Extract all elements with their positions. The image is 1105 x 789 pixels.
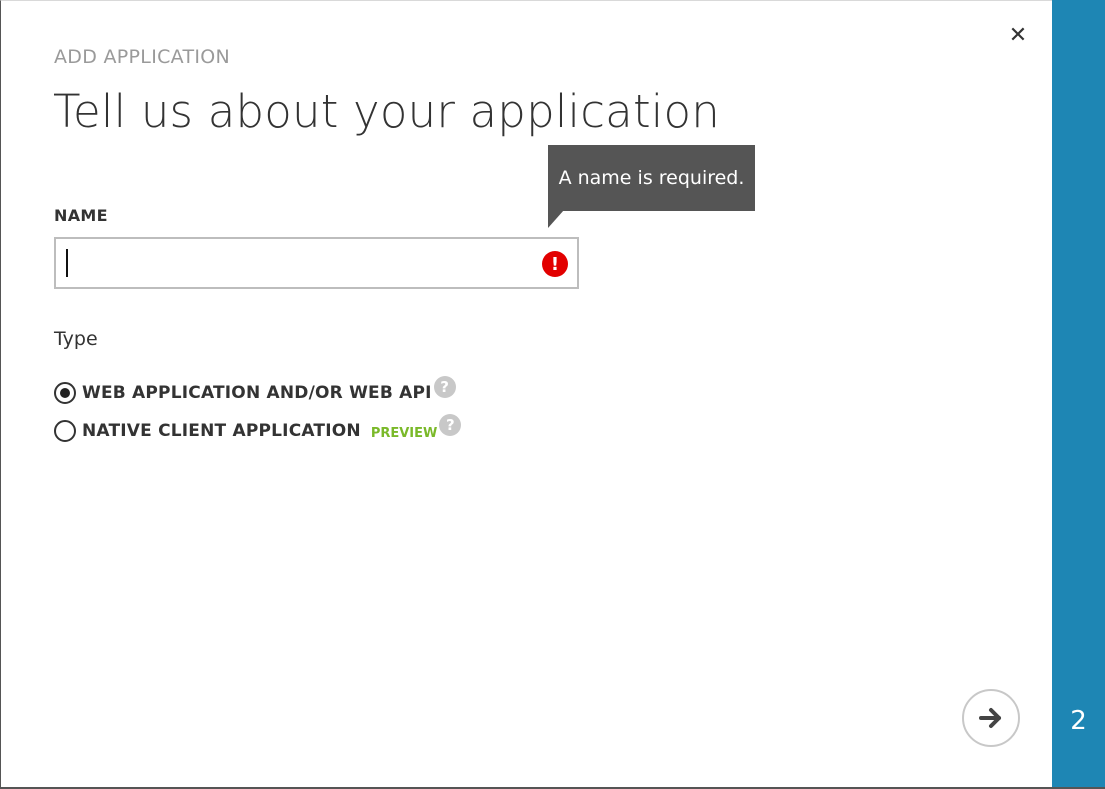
type-option-label: WEB APPLICATION AND/OR WEB API bbox=[82, 383, 432, 403]
text-caret bbox=[66, 249, 68, 277]
tooltip-tail bbox=[548, 210, 564, 228]
exclamation-icon: ! bbox=[542, 251, 568, 277]
close-icon[interactable]: ✕ bbox=[1003, 20, 1033, 50]
step-indicator-panel: 2 bbox=[1052, 0, 1105, 787]
name-field-container: ! bbox=[54, 237, 579, 289]
arrow-right-icon bbox=[979, 708, 1001, 728]
validation-message: A name is required. bbox=[558, 167, 745, 189]
add-application-dialog: ✕ ADD APPLICATION Tell us about your app… bbox=[0, 0, 1052, 789]
validation-tooltip: A name is required. bbox=[548, 145, 755, 211]
name-input[interactable] bbox=[56, 239, 526, 287]
page-title: Tell us about your application bbox=[53, 85, 720, 138]
type-option-label: NATIVE CLIENT APPLICATION bbox=[82, 421, 361, 441]
radio-native-client[interactable] bbox=[54, 420, 76, 442]
step-number: 2 bbox=[1070, 706, 1087, 736]
type-option-web-application[interactable]: WEB APPLICATION AND/OR WEB API ? bbox=[54, 376, 456, 408]
name-field-label: NAME bbox=[54, 206, 108, 225]
type-label: Type bbox=[54, 328, 98, 350]
next-button[interactable] bbox=[962, 689, 1020, 747]
radio-web-application[interactable] bbox=[54, 382, 76, 404]
help-icon[interactable]: ? bbox=[439, 414, 462, 436]
preview-badge: PREVIEW bbox=[370, 425, 438, 441]
dialog-eyebrow: ADD APPLICATION bbox=[54, 46, 231, 68]
type-option-native-client[interactable]: NATIVE CLIENT APPLICATION PREVIEW ? bbox=[54, 414, 462, 446]
help-icon[interactable]: ? bbox=[433, 376, 456, 398]
